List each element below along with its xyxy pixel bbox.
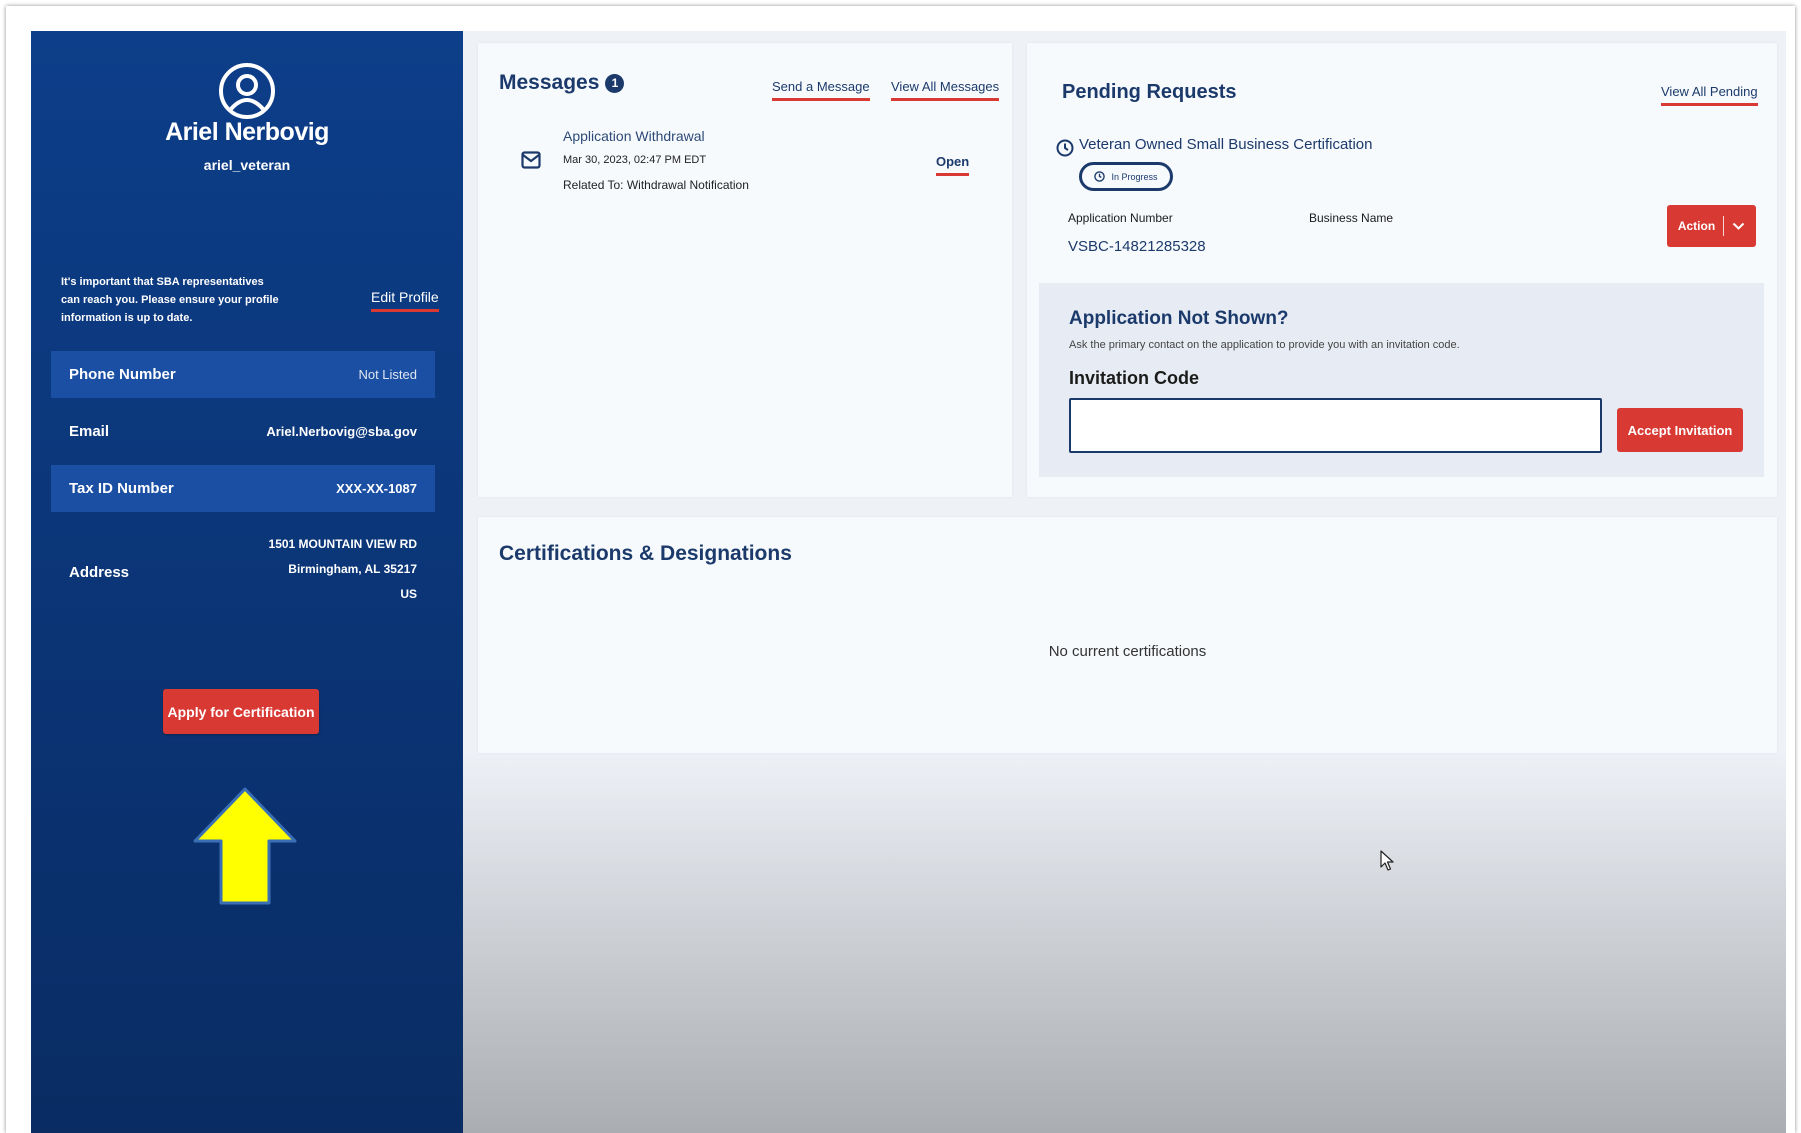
invitation-panel: Application Not Shown? Ask the primary c… [1039,283,1764,477]
email-label: Email [69,423,110,440]
action-dropdown-button[interactable]: Action [1667,205,1756,247]
address-value: 1501 MOUNTAIN VIEW RD Birmingham, AL 352… [211,532,417,607]
certifications-card: Certifications & Designations No current… [478,517,1777,753]
no-certifications-text: No current certifications [1048,643,1207,660]
envelope-icon [521,151,541,169]
message-date: Mar 30, 2023, 02:47 PM EDT [563,154,707,166]
dashboard: Ariel Nerbovig ariel_veteran It's import… [31,31,1786,1133]
address-line-2: Birmingham, AL 35217 [288,562,417,576]
application-number-label: Application Number [1068,211,1173,225]
request-title: Veteran Owned Small Business Certificati… [1079,136,1373,153]
address-line-1: 1501 MOUNTAIN VIEW RD [268,537,417,551]
yellow-arrow-icon [193,787,297,905]
open-message-link[interactable]: Open [936,154,970,176]
edit-profile-link[interactable]: Edit Profile [371,289,439,312]
tax-id-row: Tax ID Number XXX-XX-1087 [51,465,435,512]
phone-number-value: Not Listed [358,367,417,382]
messages-title-text: Messages [499,71,600,94]
invitation-code-label: Invitation Code [1069,368,1199,388]
message-subject: Application Withdrawal [563,128,705,144]
pending-requests-card: Pending Requests View All Pending Vetera… [1027,43,1777,497]
invitation-code-input[interactable] [1069,398,1602,453]
invitation-description: Ask the primary contact on the applicati… [1069,339,1460,351]
pending-requests-title: Pending Requests [1062,81,1237,103]
action-separator [1723,216,1725,236]
status-clock-icon [1094,171,1106,182]
unread-count-badge: 1 [605,74,625,93]
username: ariel_veteran [203,157,291,173]
tax-id-value: XXX-XX-1087 [336,481,417,496]
messages-card: Messages 1 Send a Message View All Messag… [478,43,1012,497]
phone-number-row: Phone Number Not Listed [51,351,435,398]
invitation-title: Application Not Shown? [1069,308,1289,329]
send-message-link[interactable]: Send a Message [772,79,870,101]
status-text: In Progress [1111,171,1158,182]
address-line-3: US [400,587,417,601]
apply-for-certification-button[interactable]: Apply for Certification [163,689,319,734]
tax-id-label: Tax ID Number [69,480,174,497]
message-related: Related To: Withdrawal Notification [563,178,749,192]
address-label: Address [69,564,130,581]
screenshot-frame: Ariel Nerbovig ariel_veteran It's import… [6,6,1795,1133]
view-all-pending-link[interactable]: View All Pending [1661,84,1758,106]
messages-title: Messages 1 [499,71,625,95]
phone-number-label: Phone Number [69,366,176,383]
mouse-cursor-icon [1380,850,1394,871]
user-circle-icon [219,63,275,119]
view-all-messages-link[interactable]: View All Messages [891,79,1000,101]
application-number-value: VSBC-14821285328 [1068,238,1206,255]
profile-sidebar: Ariel Nerbovig ariel_veteran It's import… [31,31,463,1133]
business-name-label: Business Name [1309,211,1394,225]
email-row: Email Ariel.Nerbovig@sba.gov [51,408,435,455]
clock-icon [1056,139,1074,157]
email-value: Ariel.Nerbovig@sba.gov [266,424,417,439]
user-name: Ariel Nerbovig [165,118,329,146]
certifications-title: Certifications & Designations [499,542,792,565]
action-label: Action [1677,219,1716,233]
profile-notice: It's important that SBA representatives … [61,276,279,324]
accept-invitation-button[interactable]: Accept Invitation [1617,408,1743,452]
chevron-down-icon [1732,222,1745,230]
status-badge: In Progress [1079,162,1173,191]
